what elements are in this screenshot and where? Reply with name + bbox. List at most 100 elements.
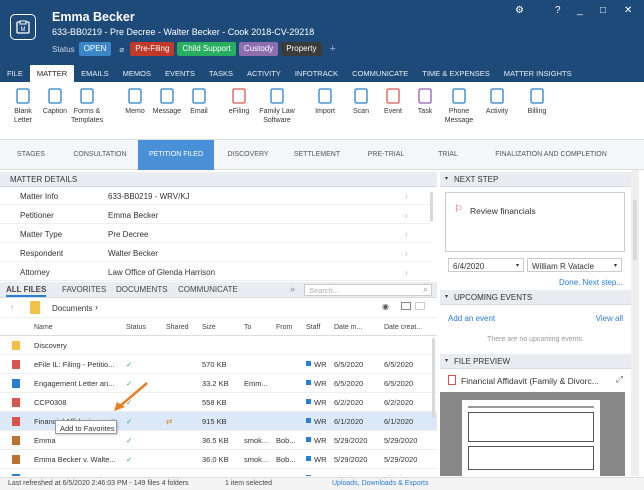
search-icon: ⌕ <box>422 284 428 294</box>
list-view-icon[interactable] <box>401 302 411 310</box>
next-step-date[interactable]: 6/4/2020 ▾ <box>448 258 524 272</box>
tab-events[interactable]: EVENTS <box>158 65 202 82</box>
matter-details-header[interactable]: MATTER DETAILS <box>0 172 437 187</box>
next-step-assignee[interactable]: William R Vatacle ▾ <box>527 258 622 272</box>
matter-tag[interactable]: Child Support <box>177 42 236 56</box>
stage-consultation[interactable]: CONSULTATION <box>62 140 138 170</box>
stages-label[interactable]: STAGES <box>0 140 62 170</box>
uploads-link[interactable]: Uploads, Downloads & Exports <box>332 480 429 487</box>
file-row[interactable]: eFile IL: Filing - Petitio... ✓ 570 KB WR 6/… <box>0 355 437 374</box>
column-header[interactable]: Staff <box>306 320 320 335</box>
tab-tasks[interactable]: TASKS <box>202 65 240 82</box>
tab-infotrack[interactable]: INFOTRACK <box>288 65 345 82</box>
file-tabs-bar: ALL FILES FAVORITES DOCUMENTS COMMUNICATE »… <box>0 282 437 298</box>
file-table-body: Discovery eFile IL: Filing - Petitio... ✓ 5… <box>0 336 437 476</box>
ribbon-label: Phone Message <box>444 108 474 124</box>
tab-time-expenses[interactable]: TIME & EXPENSES <box>415 65 497 82</box>
column-header[interactable]: Shared <box>166 320 189 335</box>
close-button[interactable]: ✕ <box>624 5 632 16</box>
ribbon-button[interactable]: Family Law Software <box>256 88 298 125</box>
stage-finalization-and-completion[interactable]: FINALIZATION AND COMPLETION <box>476 140 626 170</box>
done-next-step-link[interactable]: Done. Next step... <box>559 278 623 287</box>
tab-emails[interactable]: EMAILS <box>74 65 116 82</box>
ribbon-button[interactable]: Email <box>178 88 220 116</box>
column-header[interactable]: To <box>244 320 251 335</box>
file-preview-header[interactable]: ▾ FILE PREVIEW <box>440 354 631 369</box>
matter-tag[interactable]: Pre-Filing <box>130 42 175 56</box>
file-tab[interactable]: COMMUNICATE <box>178 282 238 297</box>
path-documents[interactable]: Documents <box>52 304 92 313</box>
collapse-icon[interactable]: » <box>290 284 295 294</box>
file-tab[interactable]: ALL FILES <box>6 282 47 297</box>
file-tab[interactable]: DOCUMENTS <box>116 282 168 297</box>
status-badge[interactable]: OPEN <box>78 42 112 56</box>
file-cell-dm: 6/1/2020 <box>334 417 364 426</box>
matter-tag[interactable]: Property <box>281 42 322 56</box>
column-header[interactable]: Date m... <box>334 320 362 335</box>
tab-matter[interactable]: MATTER <box>29 65 75 82</box>
matter-row[interactable]: Matter Type Pre Decree › <box>0 225 430 243</box>
expand-icon[interactable]: ⤢ <box>616 374 623 385</box>
file-row[interactable]: Emma Becker v. Walte... ✓ 36.0 KB smok... Bo… <box>0 450 437 469</box>
tab-activity[interactable]: ACTIVITY <box>240 65 288 82</box>
minimize-button[interactable]: _ <box>577 5 583 16</box>
matter-row[interactable]: Respondent Walter Becker › <box>0 244 430 262</box>
tab-communicate[interactable]: COMMUNICATE <box>345 65 415 82</box>
help-icon[interactable]: ? <box>555 5 561 16</box>
add-tag-button[interactable]: + <box>330 43 336 55</box>
ribbon-button[interactable]: Billing <box>516 88 558 116</box>
stage-pre-trial[interactable]: PRE-TRIAL <box>352 140 420 170</box>
add-event-link[interactable]: Add an event <box>448 314 495 323</box>
file-cell-status: ✓ <box>126 436 133 445</box>
file-cell-to: Emm... <box>244 474 268 476</box>
matter-row[interactable]: Petitioner Emma Becker › <box>0 206 430 224</box>
file-cell-name: CCP0308 <box>34 398 67 407</box>
right-scrollbar-track[interactable] <box>631 170 639 476</box>
file-row[interactable]: Discovery <box>0 336 437 355</box>
ribbon-button[interactable]: Forms & Templates <box>66 88 108 125</box>
up-arrow-icon[interactable]: ↑ <box>10 303 14 312</box>
tab-matter-insights[interactable]: MATTER INSIGHTS <box>497 65 579 82</box>
view-all-link[interactable]: View all <box>596 314 623 323</box>
ribbon-button[interactable]: eFiling <box>218 88 260 116</box>
matter-row[interactable]: Matter Info 633-BB0219 - WRV/KJ › <box>0 187 430 205</box>
column-header[interactable]: Name <box>34 320 53 335</box>
maximize-button[interactable]: □ <box>600 5 606 16</box>
matter-scrollbar[interactable] <box>430 192 433 222</box>
stage-discovery[interactable]: DISCOVERY <box>214 140 282 170</box>
column-header[interactable]: Date creat... <box>384 320 422 335</box>
stage-settlement[interactable]: SETTLEMENT <box>282 140 352 170</box>
file-row[interactable]: Engagement Letter an... ✓ 33.2 KB Emm... WR 6… <box>0 374 437 393</box>
matter-row[interactable]: Attorney Law Office of Glenda Harrison › <box>0 263 430 281</box>
matter-tag[interactable]: Custody <box>238 42 279 56</box>
column-header[interactable]: Size <box>202 320 216 335</box>
ribbon-button[interactable]: Activity <box>476 88 518 116</box>
ribbon-button[interactable]: Phone Message <box>438 88 480 125</box>
chevron-right-icon: › <box>405 192 408 201</box>
settings-icon[interactable]: ⚙ <box>515 5 524 16</box>
selection-status: 1 item selected <box>225 480 273 487</box>
column-header[interactable]: Status <box>126 320 146 335</box>
right-scrollbar-thumb[interactable] <box>633 200 637 260</box>
stage-petition-filed[interactable]: PETITION FILED <box>138 140 214 170</box>
matter-field-value: Pre Decree <box>108 230 149 239</box>
grid-view-icon[interactable] <box>415 302 425 310</box>
upcoming-events-header[interactable]: ▾ UPCOMING EVENTS <box>440 290 631 305</box>
file-row[interactable]: CCP0308 ✓ 558 KB WR 6/2/2020 6/2/2020 <box>0 393 437 412</box>
ribbon-toolbar: Blank Letter Caption Forms & Templates Memo… <box>0 82 644 140</box>
next-step-header[interactable]: ▾ NEXT STEP <box>440 172 631 187</box>
column-header[interactable]: From <box>276 320 292 335</box>
tab-file[interactable]: FILE <box>0 65 30 82</box>
files-scrollbar[interactable] <box>432 338 435 418</box>
eye-icon[interactable]: ◉ <box>382 302 389 311</box>
file-tab[interactable]: FAVORITES <box>62 282 106 297</box>
search-input[interactable]: Search... ⌕ <box>304 284 432 296</box>
stage-trial[interactable]: TRIAL <box>420 140 476 170</box>
flag-icon: ⚐ <box>454 204 463 215</box>
next-step-box[interactable]: ⚐ Review financials <box>445 192 625 252</box>
file-cell-from: Bob... <box>276 455 296 464</box>
ribbon-icon <box>386 88 400 104</box>
tab-memos[interactable]: MEMOS <box>116 65 158 82</box>
file-row[interactable]: Letter to Emma Becker ✓ 22.1 KB Emm... WR 5/2… <box>0 469 437 476</box>
ribbon-icon <box>192 88 206 104</box>
